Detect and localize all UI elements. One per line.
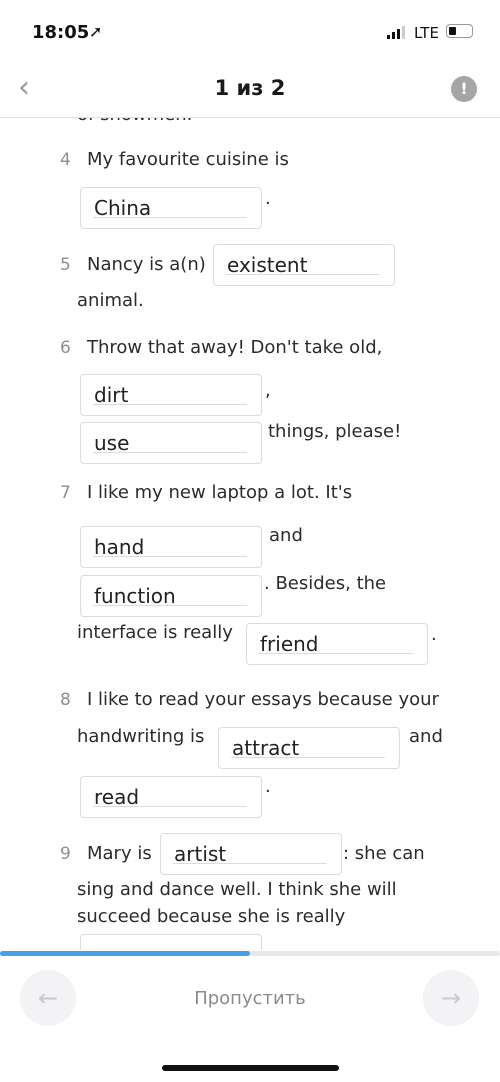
answer-input[interactable]: read: [80, 776, 262, 818]
question-text: I like my new laptop a lot. It's: [87, 482, 353, 503]
answer-input[interactable]: artist: [160, 833, 342, 875]
question-text: animal.: [77, 290, 144, 311]
battery-icon: [446, 24, 473, 38]
exercise-content: of snowmen. 4 My favourite cuisine is Ch…: [0, 0, 500, 950]
question-text: succeed because she is really: [77, 906, 346, 927]
question-text: I like to read your essays because your: [87, 689, 439, 710]
answer-input[interactable]: hand: [80, 526, 262, 568]
network-type: LTE: [414, 24, 439, 42]
page-title: 1 из 2: [214, 76, 286, 100]
question-text: Nancy is a(n): [87, 254, 206, 275]
signal-icon: [387, 26, 405, 39]
answer-input[interactable]: existent: [213, 244, 395, 286]
question-text: and: [269, 525, 303, 546]
question-text: sing and dance well. I think she will: [77, 879, 397, 900]
progress-fill: [0, 951, 250, 956]
answer-input[interactable]: attract: [218, 727, 400, 769]
question-number: 4: [60, 150, 71, 170]
punctuation: ,: [265, 380, 271, 401]
question-text: Throw that away! Don't take old,: [87, 337, 383, 358]
home-indicator: [162, 1065, 339, 1071]
status-time: 18:05: [32, 22, 90, 43]
progress-bar: [0, 951, 500, 956]
punctuation: .: [265, 776, 271, 797]
answer-input[interactable]: [80, 934, 262, 950]
punctuation: .: [265, 188, 271, 209]
question-number: 5: [60, 255, 71, 275]
answer-input[interactable]: friend: [246, 623, 428, 665]
question-text: My favourite cuisine is: [87, 149, 289, 170]
question-text: . Besides, the: [264, 573, 387, 594]
question-text: and: [409, 726, 443, 747]
question-number: 8: [60, 690, 71, 710]
question-text: handwriting is: [77, 726, 205, 747]
question-text: interface is really: [77, 622, 233, 643]
report-icon[interactable]: !: [451, 76, 477, 102]
answer-input[interactable]: function: [80, 575, 262, 617]
question-number: 6: [60, 338, 71, 358]
header-bar: ‹ 1 из 2 !: [0, 60, 500, 118]
punctuation: .: [431, 624, 437, 645]
answer-input[interactable]: China: [80, 187, 262, 229]
answer-input[interactable]: dirt: [80, 374, 262, 416]
location-icon: ➚: [89, 22, 103, 41]
question-text: : she can: [343, 843, 425, 864]
answer-input[interactable]: use: [80, 422, 262, 464]
question-number: 9: [60, 844, 71, 864]
question-number: 7: [60, 483, 71, 503]
next-arrow-icon[interactable]: →: [423, 970, 479, 1026]
question-text: Mary is: [87, 843, 152, 864]
question-text: things, please!: [268, 421, 402, 442]
